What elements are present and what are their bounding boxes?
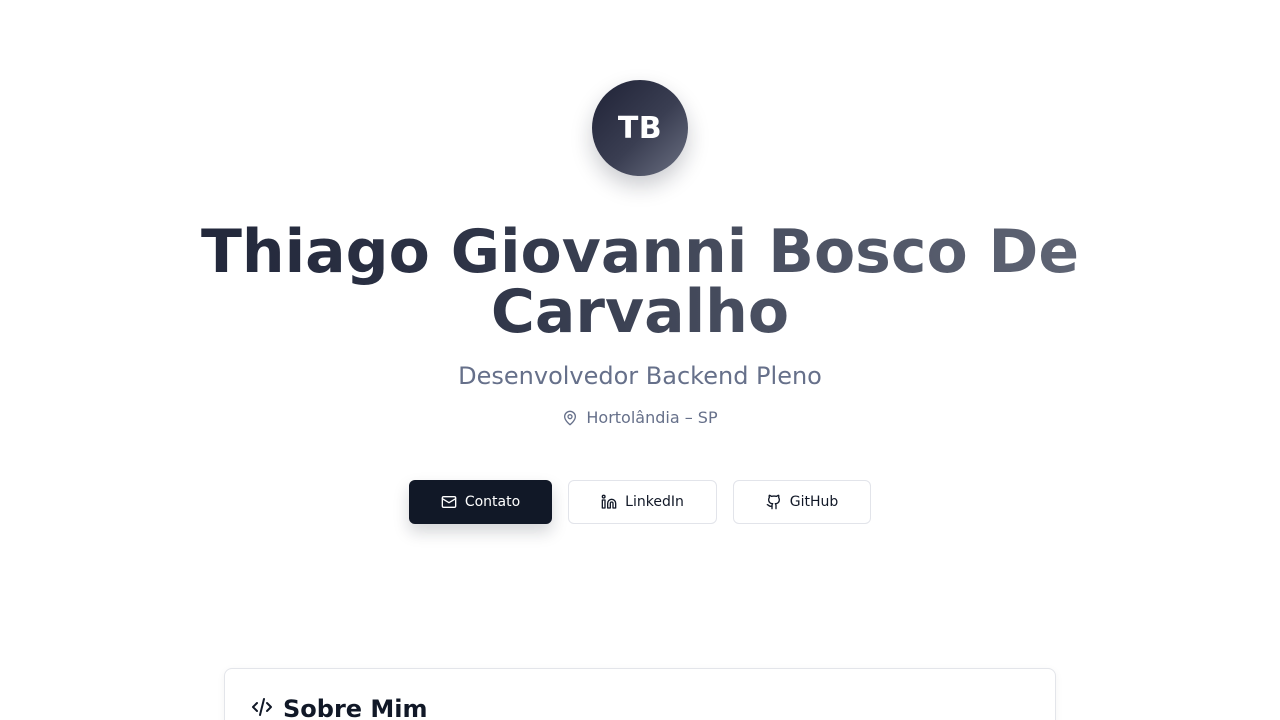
about-card: Sobre Mim bbox=[224, 668, 1056, 720]
linkedin-button[interactable]: LinkedIn bbox=[568, 480, 717, 524]
github-button[interactable]: GitHub bbox=[733, 480, 871, 524]
map-pin-icon bbox=[562, 410, 578, 426]
avatar-initials: TB bbox=[617, 110, 663, 146]
about-title: Sobre Mim bbox=[283, 695, 428, 720]
action-buttons: Contato LinkedIn GitHub bbox=[0, 480, 1280, 524]
contact-button[interactable]: Contato bbox=[409, 480, 552, 524]
linkedin-button-label: LinkedIn bbox=[625, 494, 684, 510]
code-icon bbox=[250, 695, 274, 720]
profile-name-text: Thiago Giovanni Bosco De Carvalho bbox=[200, 217, 1080, 347]
profile-location: Hortolândia – SP bbox=[0, 408, 1280, 427]
github-icon bbox=[766, 494, 782, 510]
avatar: TB bbox=[592, 80, 688, 176]
profile-page: TB Thiago Giovanni Bosco De Carvalho Des… bbox=[0, 0, 1280, 720]
location-text: Hortolândia – SP bbox=[586, 408, 718, 427]
profile-role: Desenvolvedor Backend Pleno bbox=[458, 362, 822, 390]
github-button-label: GitHub bbox=[789, 494, 839, 510]
linkedin-icon bbox=[601, 494, 617, 510]
mail-icon bbox=[441, 494, 457, 510]
contact-button-label: Contato bbox=[464, 494, 521, 510]
profile-name: Thiago Giovanni Bosco De Carvalho bbox=[0, 222, 1280, 342]
about-card-header: Sobre Mim bbox=[250, 693, 428, 720]
